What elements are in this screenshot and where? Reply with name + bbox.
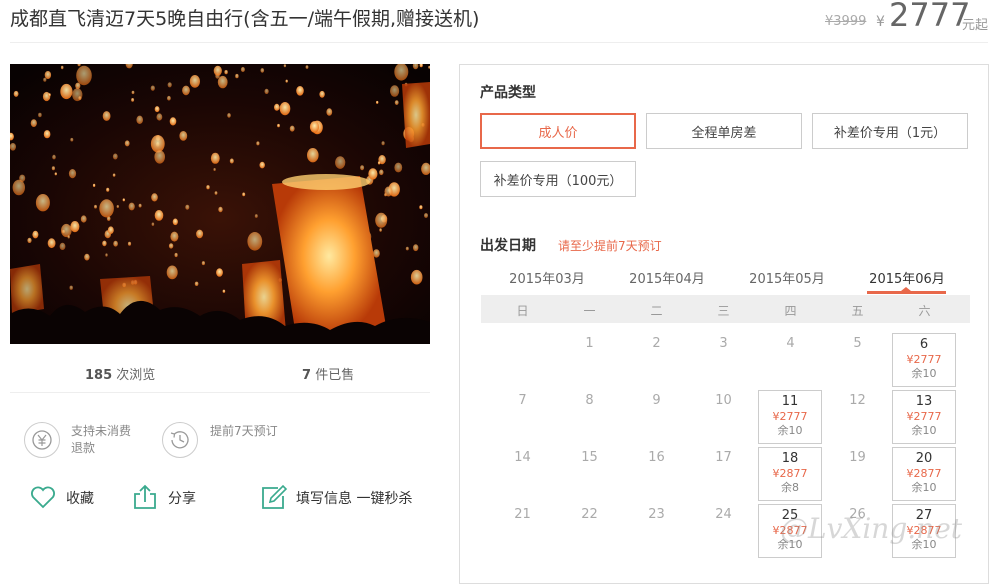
month-tab-2015-04[interactable]: 2015年04月	[622, 268, 712, 287]
option-adult-price[interactable]: 成人价	[480, 113, 636, 149]
header-divider	[10, 42, 988, 43]
day-remaining: 余8	[781, 481, 799, 494]
page-title: 成都直飞清迈7天5晚自由行(含五一/端午假期,赠接送机)	[10, 8, 480, 30]
day-price: ¥2877	[772, 467, 808, 480]
booking-advance-note: 请至少提前7天预订	[558, 239, 662, 253]
refund-feature-label: 支持未消费退款	[71, 424, 132, 455]
calendar-day: 8	[585, 393, 594, 408]
day-price: ¥2777	[772, 410, 808, 423]
view-count-label: 次浏览	[116, 368, 156, 383]
calendar-day-available[interactable]: 13 ¥2777 余10	[892, 390, 956, 444]
watermark: @LvXing.net	[780, 512, 963, 545]
option-supplement-1[interactable]: 补差价专用（1元）	[812, 113, 968, 149]
product-photo[interactable]	[10, 64, 430, 344]
product-type-label: 产品类型	[480, 85, 536, 101]
yen-refund-icon	[24, 422, 60, 458]
weekday-label: 三	[717, 304, 730, 318]
heart-icon[interactable]	[30, 485, 56, 513]
month-tab-2015-05[interactable]: 2015年05月	[742, 268, 832, 287]
calendar-day: 4	[786, 336, 795, 351]
calendar-day: 19	[849, 450, 866, 465]
day-remaining: 余10	[911, 481, 937, 494]
day-price: ¥2877	[906, 467, 942, 480]
calendar-day-available[interactable]: 20 ¥2877 余10	[892, 447, 956, 501]
calendar-day: 12	[849, 393, 866, 408]
departure-date-label: 出发日期	[480, 238, 536, 254]
calendar-day-available[interactable]: 6 ¥2777 余10	[892, 333, 956, 387]
day-remaining: 余10	[777, 424, 803, 437]
calendar-day: 9	[652, 393, 661, 408]
month-tab-2015-06[interactable]: 2015年06月	[862, 268, 952, 287]
calendar-day: 16	[648, 450, 665, 465]
calendar-day: 2	[652, 336, 661, 351]
share-icon[interactable]	[132, 484, 158, 514]
share-button[interactable]: 分享	[168, 488, 196, 508]
current-price: 2777	[889, 0, 971, 34]
weekday-label: 一	[583, 304, 596, 318]
selected-month-caret	[901, 287, 911, 291]
sold-count: 7 件已售	[302, 364, 354, 383]
day-remaining: 余10	[911, 424, 937, 437]
calendar-day: 1	[585, 336, 594, 351]
stats-divider	[10, 392, 430, 393]
view-count-number: 185	[85, 368, 113, 383]
weekday-label: 五	[851, 304, 864, 318]
calendar-day-available[interactable]: 18 ¥2877 余8	[758, 447, 822, 501]
day-number: 13	[915, 394, 933, 409]
weekday-label: 日	[516, 304, 529, 318]
option-supplement-100[interactable]: 补差价专用（100元）	[480, 161, 636, 197]
favorite-button[interactable]: 收藏	[66, 488, 94, 508]
sold-count-label: 件已售	[315, 368, 355, 383]
day-number: 6	[919, 337, 929, 352]
calendar-day: 23	[648, 507, 665, 522]
weekday-label: 二	[650, 304, 663, 318]
original-price: ¥3999	[825, 14, 867, 29]
day-number: 20	[915, 451, 933, 466]
calendar-day: 7	[518, 393, 527, 408]
weekday-label: 四	[784, 304, 797, 318]
calendar-day: 10	[715, 393, 732, 408]
calendar-day: 15	[581, 450, 598, 465]
calendar-day: 21	[514, 507, 531, 522]
calendar-day: 14	[514, 450, 531, 465]
sold-count-number: 7	[302, 368, 312, 383]
price-unit: 元起	[962, 18, 989, 33]
calendar-day: 22	[581, 507, 598, 522]
lantern-photo-image	[10, 64, 430, 344]
day-number: 11	[781, 394, 799, 409]
calendar-day: 5	[853, 336, 862, 351]
advance-booking-feature-label: 提前7天预订	[210, 424, 278, 438]
selected-month-indicator	[867, 291, 946, 294]
day-remaining: 余10	[911, 367, 937, 380]
day-price: ¥2777	[906, 353, 942, 366]
day-price: ¥2777	[906, 410, 942, 423]
calendar-day: 24	[715, 507, 732, 522]
clock-history-icon	[162, 422, 198, 458]
fill-info-button[interactable]: 填写信息 一键秒杀	[296, 488, 412, 508]
edit-icon[interactable]	[260, 484, 288, 514]
weekday-label: 六	[918, 304, 931, 318]
day-number: 18	[781, 451, 799, 466]
view-count: 185 次浏览	[85, 364, 155, 383]
calendar-day: 17	[715, 450, 732, 465]
option-single-room-supplement[interactable]: 全程单房差	[646, 113, 802, 149]
month-tab-2015-03[interactable]: 2015年03月	[502, 268, 592, 287]
calendar-day: 3	[719, 336, 728, 351]
price-currency-symbol: ¥	[876, 14, 885, 30]
calendar-day-available[interactable]: 11 ¥2777 余10	[758, 390, 822, 444]
